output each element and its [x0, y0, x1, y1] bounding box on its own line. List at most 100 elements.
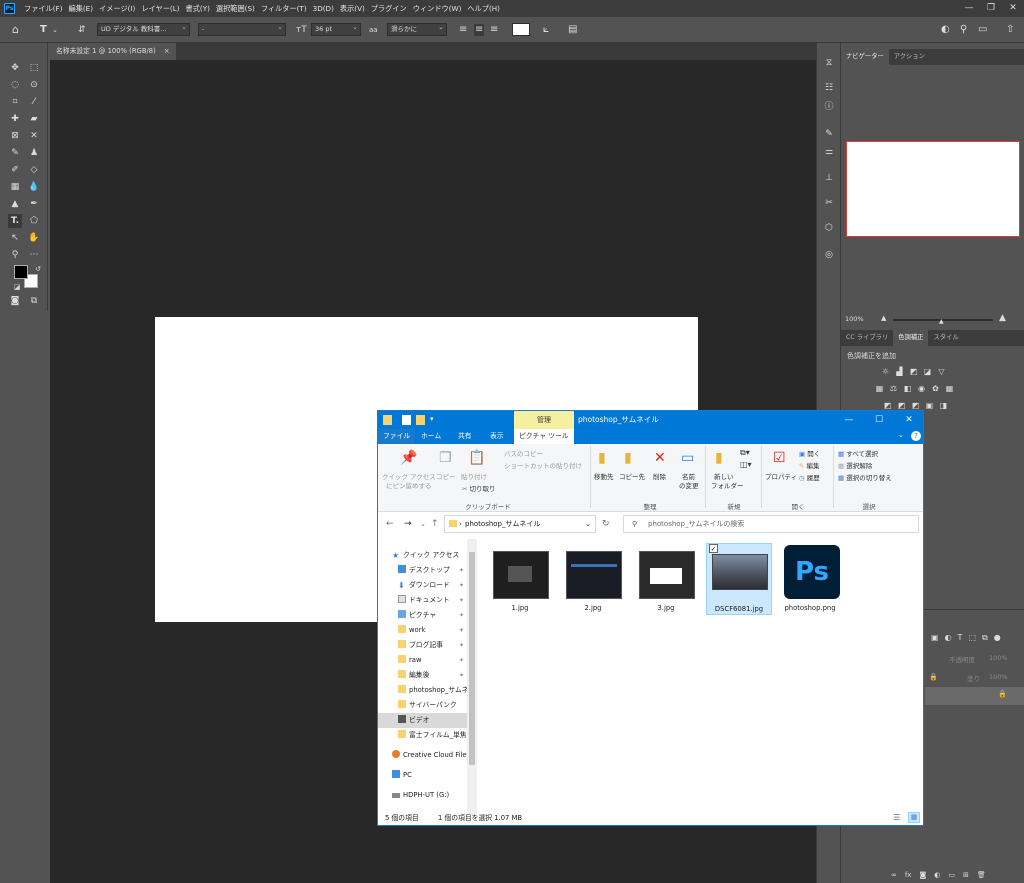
new-adjustment-icon[interactable]: ◐	[934, 871, 940, 879]
selective-color-icon[interactable]: ◨	[939, 401, 948, 410]
tab-navigator[interactable]: ナビゲーター	[841, 49, 889, 65]
address-dropdown-icon[interactable]: ⌄	[585, 516, 591, 532]
paste-button[interactable]: 貼り付け	[461, 473, 487, 482]
new-layer-icon[interactable]: ⊞	[963, 871, 969, 879]
brush-settings-icon[interactable]: ⚌	[822, 145, 836, 159]
layer-opacity-value[interactable]: 100%	[989, 654, 1008, 662]
delete-button[interactable]: 削除	[653, 473, 666, 482]
manage-context-tab[interactable]: 管理	[514, 411, 574, 429]
healing-tool-icon[interactable]: ✚	[8, 112, 22, 126]
paste-shortcut-button[interactable]: ショートカットの貼り付け	[504, 462, 582, 471]
direct-select-icon[interactable]: ↖	[8, 231, 22, 245]
layer-style-icon[interactable]: fx	[905, 871, 912, 879]
crop-tool-icon[interactable]: ⌗	[8, 95, 22, 109]
hand-tool-icon[interactable]: ✋	[27, 231, 41, 245]
copy-to-button[interactable]: コピー先	[619, 473, 645, 482]
vibrance-icon[interactable]: ▽	[937, 367, 946, 376]
help-icon[interactable]: ?	[911, 431, 921, 441]
sidebar-item-quick-access[interactable]: ★ クイック アクセス	[378, 548, 468, 563]
marquee-tool-icon[interactable]: ⬚	[27, 61, 41, 75]
menu-select[interactable]: 選択範囲(S)	[213, 4, 258, 14]
explorer-minimize-button[interactable]: —	[834, 411, 864, 429]
cloud-status-icon[interactable]: ◐	[941, 24, 950, 36]
properties-quick-icon[interactable]	[402, 415, 411, 425]
photo-filter-icon[interactable]: ◉	[917, 384, 926, 393]
new-folder-button[interactable]: 新しい	[714, 473, 734, 482]
rename-icon[interactable]: ▭	[681, 450, 694, 466]
warp-text-icon[interactable]: ⟀	[543, 24, 549, 36]
menu-file[interactable]: ファイル(F)	[21, 4, 66, 14]
navigator-preview[interactable]	[846, 141, 1020, 237]
ribbon-tab-view[interactable]: 表示	[485, 429, 509, 444]
patch-tool-icon[interactable]: ▰	[27, 112, 41, 126]
properties-panel-icon[interactable]: ☷	[822, 81, 836, 95]
layer-row[interactable]: 🔒	[925, 687, 1024, 705]
ribbon-tab-home[interactable]: ホーム	[416, 429, 446, 444]
menu-layer[interactable]: レイヤー(L)	[138, 4, 182, 14]
quick-access-dropdown-icon[interactable]: ▾	[430, 415, 434, 423]
close-button[interactable]: ✕	[1002, 0, 1024, 17]
hue-saturation-icon[interactable]: ▦	[875, 384, 884, 393]
brush-tool-icon[interactable]: ✎	[8, 146, 22, 160]
details-view-icon[interactable]: ☰	[893, 811, 900, 825]
maximize-button[interactable]: ❐	[980, 0, 1002, 17]
font-style-select[interactable]: -	[198, 23, 286, 36]
zoom-slider-handle[interactable]: ▲	[939, 318, 944, 325]
properties-button[interactable]: プロパティ	[765, 473, 797, 482]
open-button[interactable]: ▣ 開く	[799, 450, 820, 459]
sidebar-item-fujifilm[interactable]: 富士フイルム_単焦	[378, 728, 468, 743]
brightness-icon[interactable]: ☼	[881, 367, 890, 376]
sidebar-item-pictures[interactable]: ピクチャ ✦	[378, 608, 468, 623]
blur-tool-icon[interactable]: 💧	[27, 180, 41, 194]
zoom-tool-icon[interactable]: ⚲	[8, 248, 22, 262]
edit-button[interactable]: ✎ 編集	[799, 462, 820, 471]
type-tool-preset-icon[interactable]: T	[40, 24, 47, 36]
curves-icon[interactable]: ◩	[909, 367, 918, 376]
sidebar-item-drive[interactable]: HDPH-UT (G:)	[378, 788, 468, 803]
sidebar-item-desktop[interactable]: デスクトップ ✦	[378, 563, 468, 578]
ribbon-tab-picture-tools[interactable]: ピクチャ ツール	[514, 429, 574, 444]
content-aware-move-icon[interactable]: ✕	[27, 129, 41, 143]
forward-button[interactable]: →	[404, 515, 412, 533]
search-icon[interactable]: ⚲	[960, 24, 967, 36]
share-icon[interactable]: ⇧	[1006, 24, 1014, 36]
menu-edit[interactable]: 編集(E)	[66, 4, 97, 14]
pin-icon[interactable]: 📌	[400, 450, 417, 466]
new-group-icon[interactable]: ▭	[948, 871, 955, 879]
invert-selection-button[interactable]: ▦ 選択の切り替え	[838, 474, 892, 483]
ribbon-collapse-icon[interactable]: ⌄	[898, 431, 904, 439]
sidebar-item-cyberpunk[interactable]: サイバーパンク	[378, 698, 468, 713]
filter-smart-icon[interactable]: ⧉	[982, 633, 988, 643]
search-input[interactable]: ⚲ photoshop_サムネイルの検索	[623, 515, 919, 533]
move-to-icon[interactable]: ▮	[598, 450, 606, 466]
minimize-button[interactable]: —	[958, 0, 980, 17]
document-tab[interactable]: 名称未設定 1 @ 100% (RGB/8) ×	[50, 43, 176, 60]
tab-styles[interactable]: スタイル	[928, 330, 963, 346]
gradient-tool-icon[interactable]: ▦	[8, 180, 22, 194]
explorer-close-button[interactable]: ✕	[894, 411, 924, 429]
more-tools-icon[interactable]: ⋯	[27, 248, 41, 262]
libraries-panel-icon[interactable]: ◎	[822, 248, 836, 262]
swap-colors-icon[interactable]: ↺	[31, 262, 45, 276]
rename-button[interactable]: 名前	[682, 473, 695, 482]
sidebar-item-work[interactable]: work ✦	[378, 623, 468, 638]
cut-button[interactable]: ✂ 切り取り	[462, 485, 496, 494]
refresh-button[interactable]: ↻	[602, 515, 610, 533]
select-none-button[interactable]: ▦ 選択解除	[838, 462, 872, 471]
history-brush-icon[interactable]: ✐	[8, 163, 22, 177]
tab-adjustments[interactable]: 色調補正	[893, 330, 929, 346]
add-mask-icon[interactable]: ◙	[919, 871, 926, 879]
color-balance-icon[interactable]: ⚖	[889, 384, 898, 393]
character-panel-icon[interactable]: ▤	[568, 24, 577, 36]
layer-lock-icon[interactable]: 🔒	[998, 690, 1007, 698]
exposure-icon[interactable]: ◪	[923, 367, 932, 376]
copy-icon[interactable]: ❐	[439, 450, 452, 466]
quick-select-tool-icon[interactable]: ⊙	[27, 78, 41, 92]
properties-icon[interactable]: ☑	[773, 450, 786, 466]
file-item[interactable]: 3.jpg	[634, 543, 700, 615]
sidebar-item-pc[interactable]: PC	[378, 768, 468, 783]
document-close-icon[interactable]: ×	[164, 47, 170, 55]
threshold-icon[interactable]: ◩	[911, 401, 920, 410]
info-panel-icon[interactable]: ⓘ	[822, 100, 836, 114]
layer-fill-value[interactable]: 100%	[989, 673, 1008, 681]
